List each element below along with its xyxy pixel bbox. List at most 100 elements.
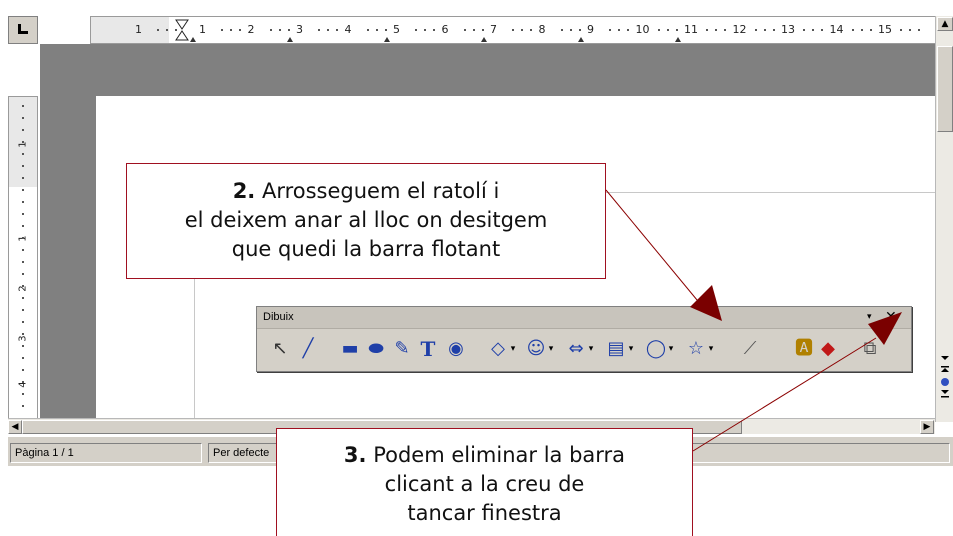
ruler-tick — [22, 237, 24, 239]
toolbar-title-bar[interactable]: Dibuix ▾ ✕ — [257, 307, 911, 329]
ruler-tick — [569, 29, 572, 31]
ruler-number: 13 — [781, 23, 795, 36]
ruler-tick — [366, 29, 369, 31]
fontwork-icon[interactable]: 🅰 — [793, 339, 815, 359]
ruler-tick — [812, 29, 814, 31]
more-controls-icon[interactable]: ⧉ — [859, 339, 881, 359]
page-navigation-icons[interactable] — [939, 350, 951, 410]
ruler-tick — [627, 29, 629, 31]
ruler-tick — [415, 29, 417, 31]
ruler-tick — [384, 29, 387, 31]
scroll-up-button[interactable]: ▲ — [937, 17, 953, 31]
ruler-tick — [22, 357, 24, 359]
ruler-tick — [706, 29, 708, 31]
line-icon[interactable]: ╱ — [297, 339, 319, 359]
ruler-tick — [609, 29, 611, 31]
step-number: 3. — [343, 443, 367, 467]
ruler-tick — [287, 29, 290, 31]
ruler-tick — [22, 381, 24, 383]
ruler-number: 12 — [732, 23, 747, 36]
ruler-number: 11 — [684, 23, 698, 36]
dropdown-arrow-icon[interactable]: ▾ — [667, 339, 675, 359]
select-icon[interactable]: ↖ — [269, 339, 291, 359]
ruler-tick — [22, 369, 24, 371]
ruler-tick — [715, 29, 717, 31]
tab-type-selector[interactable] — [8, 16, 38, 44]
tab-stop-marker[interactable] — [675, 37, 681, 42]
scroll-right-button[interactable]: ▶ — [920, 420, 934, 434]
ruler-tick — [22, 333, 24, 335]
ruler-tick — [230, 29, 232, 31]
dropdown-arrow-icon[interactable]: ▾ — [509, 339, 517, 359]
block-arrows-icon[interactable]: ⇔ — [565, 339, 587, 359]
toolbar-title: Dibuix — [263, 311, 294, 323]
ruler-tick — [618, 29, 620, 31]
ruler-tick — [763, 29, 766, 31]
rectangle-icon[interactable]: ▬ — [339, 339, 361, 359]
ruler-number: 9 — [587, 23, 594, 36]
callout-line: 2. Arrosseguem el ratolí i — [127, 177, 605, 206]
ruler-tick — [560, 29, 563, 31]
vertical-scroll-thumb[interactable] — [937, 46, 953, 132]
ruler-tick — [772, 29, 775, 31]
ruler-tick — [22, 249, 24, 251]
ruler-tick — [278, 29, 281, 31]
page-indicator[interactable]: Pàgina 1 / 1 — [10, 443, 202, 463]
ruler-tick — [900, 29, 902, 31]
symbol-shapes-icon[interactable]: ☺ — [525, 339, 547, 359]
ruler-number: 8 — [538, 23, 546, 36]
callout-step-2: 2. Arrosseguem el ratolí i el deixem ana… — [126, 163, 606, 279]
ruler-tick — [22, 141, 24, 143]
ruler-tick — [821, 29, 823, 31]
basic-shapes-icon[interactable]: ◇ — [487, 339, 509, 359]
callout-text: clicant a la creu de — [384, 472, 585, 496]
ruler-number: 1 — [17, 141, 29, 148]
ruler-tick — [22, 177, 24, 179]
toolbar-options-icon[interactable]: ▾ — [867, 312, 872, 322]
tab-stop-marker[interactable] — [190, 37, 196, 42]
points-icon[interactable]: ⟋ — [739, 339, 761, 359]
extrusion-icon[interactable]: ◆ — [817, 339, 839, 359]
ruler-tick — [22, 117, 24, 119]
horizontal-ruler[interactable]: 1 1 2 3 4 5 6 7 8 9 10 11 12 13 14 15 — [90, 16, 940, 44]
dropdown-arrow-icon[interactable]: ▾ — [547, 339, 555, 359]
ruler-tick — [869, 29, 872, 31]
ruler-tick — [22, 405, 24, 407]
ruler-number: 4 — [17, 381, 29, 388]
tab-stop-marker[interactable] — [481, 37, 487, 42]
callouts-icon[interactable]: ◯ — [645, 339, 667, 359]
step-number: 2. — [232, 179, 256, 203]
ruler-tick — [327, 29, 329, 31]
callout-text-icon[interactable]: ◉ — [445, 339, 467, 359]
stars-icon[interactable]: ☆ — [685, 339, 707, 359]
scroll-left-button[interactable]: ◀ — [8, 420, 22, 434]
callout-step-3: 3. Podem eliminar la barra clicant a la … — [276, 428, 693, 536]
ruler-tick — [463, 29, 466, 31]
ruler-number: 2 — [247, 23, 255, 36]
ruler-tick — [157, 29, 159, 31]
vertical-ruler[interactable]: 11234 — [8, 96, 38, 422]
text-icon[interactable]: T — [417, 339, 439, 359]
tab-stop-marker[interactable] — [287, 37, 293, 42]
dropdown-arrow-icon[interactable]: ▾ — [627, 339, 635, 359]
ruler-number: 10 — [635, 23, 650, 36]
ruler-number: 14 — [829, 23, 844, 36]
ruler-tick — [512, 29, 514, 31]
ruler-tick — [851, 29, 854, 31]
ruler-tick — [521, 29, 523, 31]
callout-text: Podem eliminar la barra — [366, 443, 626, 467]
dropdown-arrow-icon[interactable]: ▾ — [587, 339, 595, 359]
flowchart-icon[interactable]: ▤ — [605, 339, 627, 359]
ellipse-icon[interactable]: ⬬ — [365, 339, 387, 359]
tab-stop-marker[interactable] — [578, 37, 584, 42]
ruler-tick — [433, 29, 435, 31]
vertical-scrollbar[interactable]: ▲ — [935, 16, 953, 422]
freeform-icon[interactable]: ✎ — [391, 339, 413, 359]
indent-marker-icon[interactable] — [175, 19, 189, 41]
dropdown-arrow-icon[interactable]: ▾ — [707, 339, 715, 359]
tab-stop-marker[interactable] — [384, 37, 390, 42]
ruler-tick — [22, 309, 24, 311]
toolbar-close-icon[interactable]: ✕ — [885, 309, 897, 325]
drawing-toolbar[interactable]: Dibuix ▾ ✕ ↖ ╱ ▬ ⬬ ✎ T ◉ ◇ ▾ ☺ ▾ ⇔ ▾ ▤ ▾ ◯ ▾ ☆ ▾ ⟋ 🅰 ◆ ⧉ — [256, 306, 912, 372]
ruler-tick — [22, 393, 24, 395]
